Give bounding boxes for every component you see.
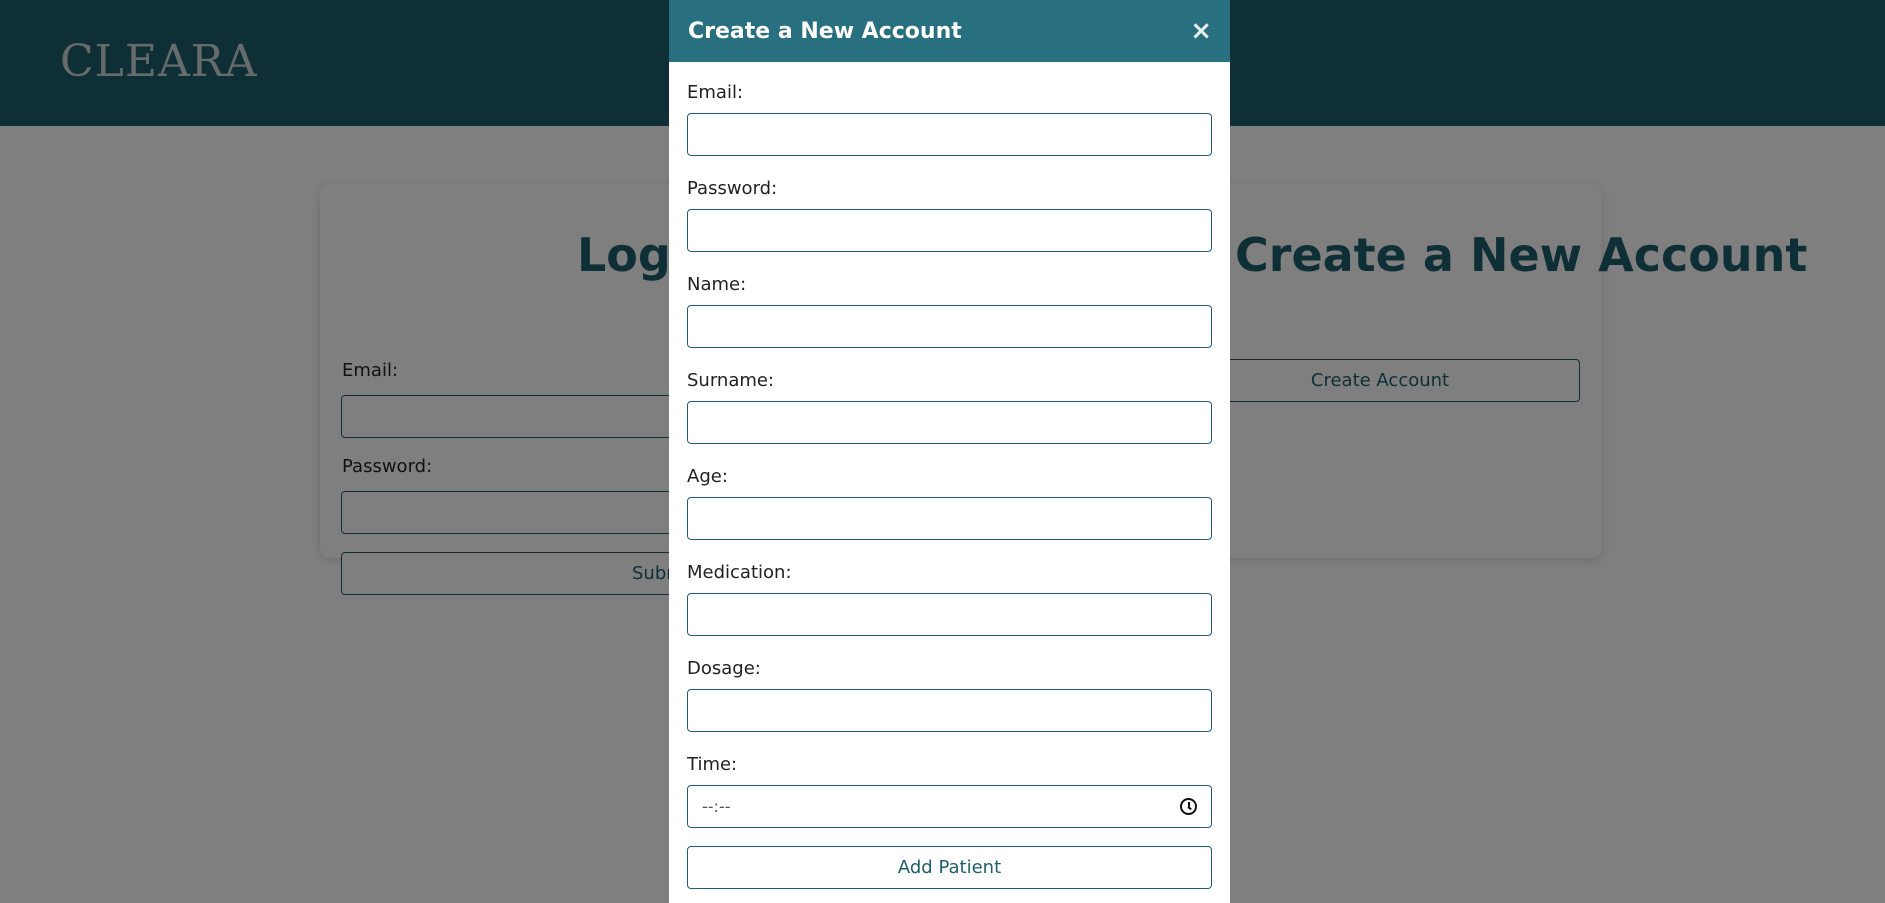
name-field[interactable]	[687, 305, 1212, 348]
modal-title: Create a New Account	[688, 18, 962, 44]
age-label: Age:	[687, 466, 728, 487]
medication-field[interactable]	[687, 593, 1212, 636]
add-patient-label: Add Patient	[897, 857, 1002, 878]
email-field[interactable]	[687, 113, 1212, 156]
surname-field[interactable]	[687, 401, 1212, 444]
email-label: Email:	[687, 82, 744, 103]
modal-form: Email: Password: Name: Surname: Age: Med…	[669, 62, 1230, 889]
close-icon[interactable]: ×	[1190, 18, 1212, 44]
time-field[interactable]: --:--	[687, 785, 1212, 828]
age-field[interactable]	[687, 497, 1212, 540]
name-label: Name:	[687, 274, 747, 295]
create-account-modal: Create a New Account × Email: Password: …	[669, 0, 1230, 903]
dosage-label: Dosage:	[687, 658, 761, 679]
time-label: Time:	[687, 754, 738, 775]
dosage-field[interactable]	[687, 689, 1212, 732]
password-field[interactable]	[687, 209, 1212, 252]
add-patient-button[interactable]: Add Patient	[687, 846, 1212, 889]
medication-label: Medication:	[687, 562, 792, 583]
clock-icon[interactable]	[1180, 798, 1197, 815]
time-placeholder: --:--	[702, 797, 731, 816]
modal-header: Create a New Account ×	[669, 0, 1230, 62]
surname-label: Surname:	[687, 370, 775, 391]
password-label: Password:	[687, 178, 778, 199]
